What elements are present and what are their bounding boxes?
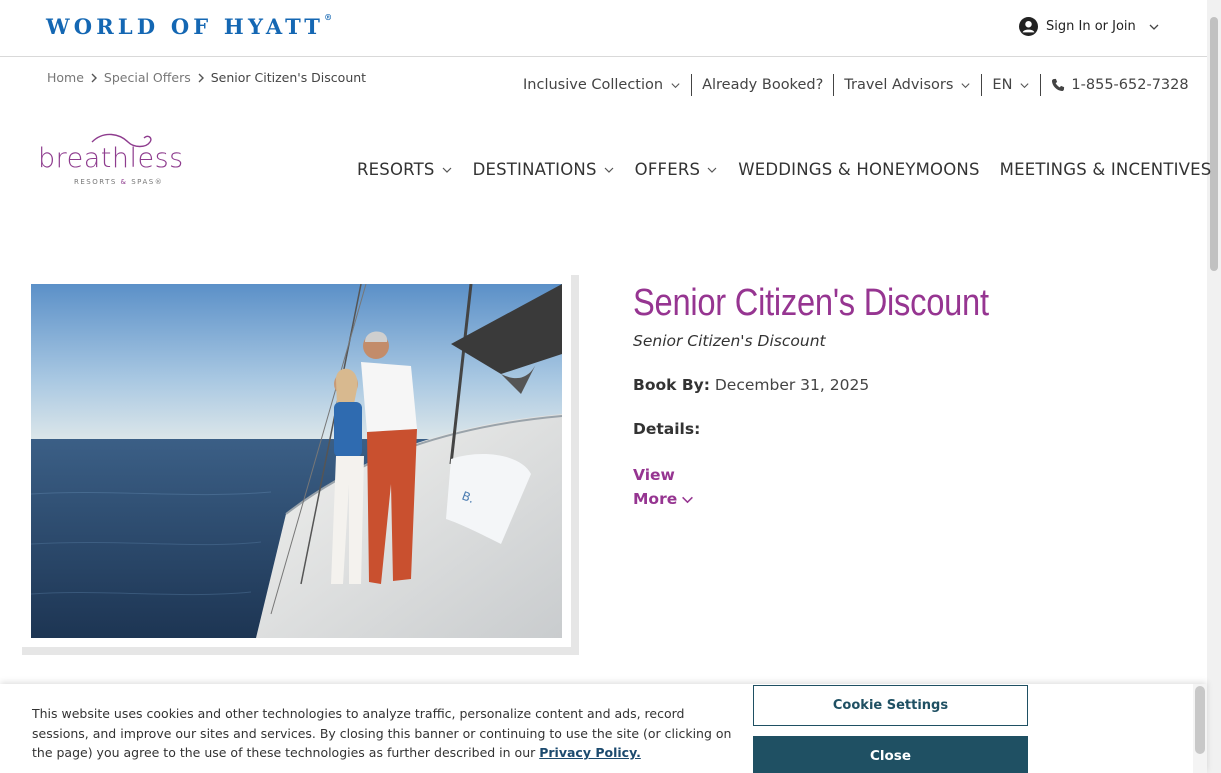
nav-destinations[interactable]: DESTINATIONS	[473, 160, 615, 179]
phone-link[interactable]: 1-855-652-7328	[1040, 74, 1198, 96]
chevron-down-icon	[604, 167, 614, 173]
offer-image-frame: B.	[22, 275, 579, 655]
breadcrumb: Home Special Offers Senior Citizen's Dis…	[47, 70, 366, 85]
breathless-logo[interactable]: breathless RESORTS & SPAS®	[38, 130, 210, 192]
sign-in-button[interactable]: Sign In or Join	[1019, 17, 1160, 36]
inclusive-collection-menu[interactable]: Inclusive Collection	[523, 74, 691, 96]
nav-resorts[interactable]: RESORTS	[357, 160, 453, 179]
offer-subtitle: Senior Citizen's Discount	[633, 332, 826, 350]
phone-number: 1-855-652-7328	[1071, 77, 1189, 93]
nav-resorts-label: RESORTS	[357, 160, 435, 179]
main-nav: RESORTS DESTINATIONS OFFERS WEDDINGS & H…	[357, 160, 1211, 179]
book-by-label: Book By:	[633, 376, 710, 394]
nav-destinations-label: DESTINATIONS	[472, 160, 597, 179]
nav-meetings-incentives[interactable]: MEETINGS & INCENTIVES	[1000, 160, 1212, 179]
offer-title: Senior Citizen's Discount	[633, 282, 989, 324]
page-scrollbar[interactable]	[1207, 0, 1221, 773]
book-by-row: Book By: December 31, 2025	[633, 376, 869, 394]
view-more-line2: More	[633, 490, 678, 508]
nav-offers-label: OFFERS	[634, 160, 701, 179]
hyatt-top-bar: WORLD OF HYATT® Sign In or Join	[0, 0, 1207, 57]
page-scrollbar-thumb[interactable]	[1210, 17, 1218, 271]
view-more-toggle[interactable]: View More	[633, 463, 694, 511]
nav-weddings-honeymoons[interactable]: WEDDINGS & HONEYMOONS	[738, 160, 979, 179]
language-selector[interactable]: EN	[981, 74, 1040, 96]
cookie-close-button[interactable]: Close	[753, 736, 1028, 773]
breadcrumb-home[interactable]: Home	[47, 70, 84, 85]
language-label: EN	[992, 77, 1013, 93]
book-by-value: December 31, 2025	[714, 376, 870, 394]
cookie-scrollbar-thumb[interactable]	[1195, 686, 1205, 754]
couple-on-sailboat-image: B.	[31, 284, 562, 638]
already-booked-link[interactable]: Already Booked?	[691, 74, 833, 96]
chevron-down-icon	[442, 167, 452, 173]
breadcrumb-current: Senior Citizen's Discount	[210, 70, 367, 85]
view-more-line1: View	[633, 466, 675, 484]
cookie-banner: This website uses cookies and other tech…	[0, 684, 1207, 773]
chevron-down-icon	[961, 82, 970, 88]
utility-nav: Inclusive Collection Already Booked? Tra…	[523, 74, 1199, 96]
nav-meetings-label: MEETINGS & INCENTIVES	[999, 160, 1212, 179]
already-booked-label: Already Booked?	[702, 77, 824, 93]
travel-advisors-menu[interactable]: Travel Advisors	[833, 74, 981, 96]
chevron-right-icon	[91, 73, 97, 82]
nav-weddings-label: WEDDINGS & HONEYMOONS	[738, 160, 980, 179]
breadcrumb-special-offers[interactable]: Special Offers	[104, 70, 191, 85]
cookie-scrollbar[interactable]	[1193, 684, 1207, 773]
details-label: Details:	[633, 420, 701, 438]
nav-offers[interactable]: OFFERS	[635, 160, 719, 179]
cookie-settings-button[interactable]: Cookie Settings	[753, 685, 1028, 726]
chevron-down-icon	[682, 496, 694, 504]
brand-tagline: RESORTS & SPAS®	[74, 178, 164, 186]
brand-wordmark: breathless	[38, 143, 184, 174]
sign-in-label: Sign In or Join	[1046, 19, 1136, 34]
chevron-down-icon	[671, 82, 680, 88]
chevron-down-icon	[1149, 24, 1159, 30]
offer-photo: B.	[31, 284, 562, 638]
chevron-down-icon	[707, 167, 717, 173]
cookie-message: This website uses cookies and other tech…	[32, 704, 732, 763]
inclusive-collection-label: Inclusive Collection	[523, 77, 664, 93]
user-circle-icon	[1019, 17, 1038, 36]
chevron-right-icon	[198, 73, 204, 82]
privacy-policy-link[interactable]: Privacy Policy.	[539, 745, 641, 760]
phone-icon	[1052, 78, 1065, 92]
chevron-down-icon	[1020, 82, 1029, 88]
travel-advisors-label: Travel Advisors	[844, 77, 954, 93]
world-of-hyatt-logo[interactable]: WORLD OF HYATT®	[46, 12, 332, 39]
